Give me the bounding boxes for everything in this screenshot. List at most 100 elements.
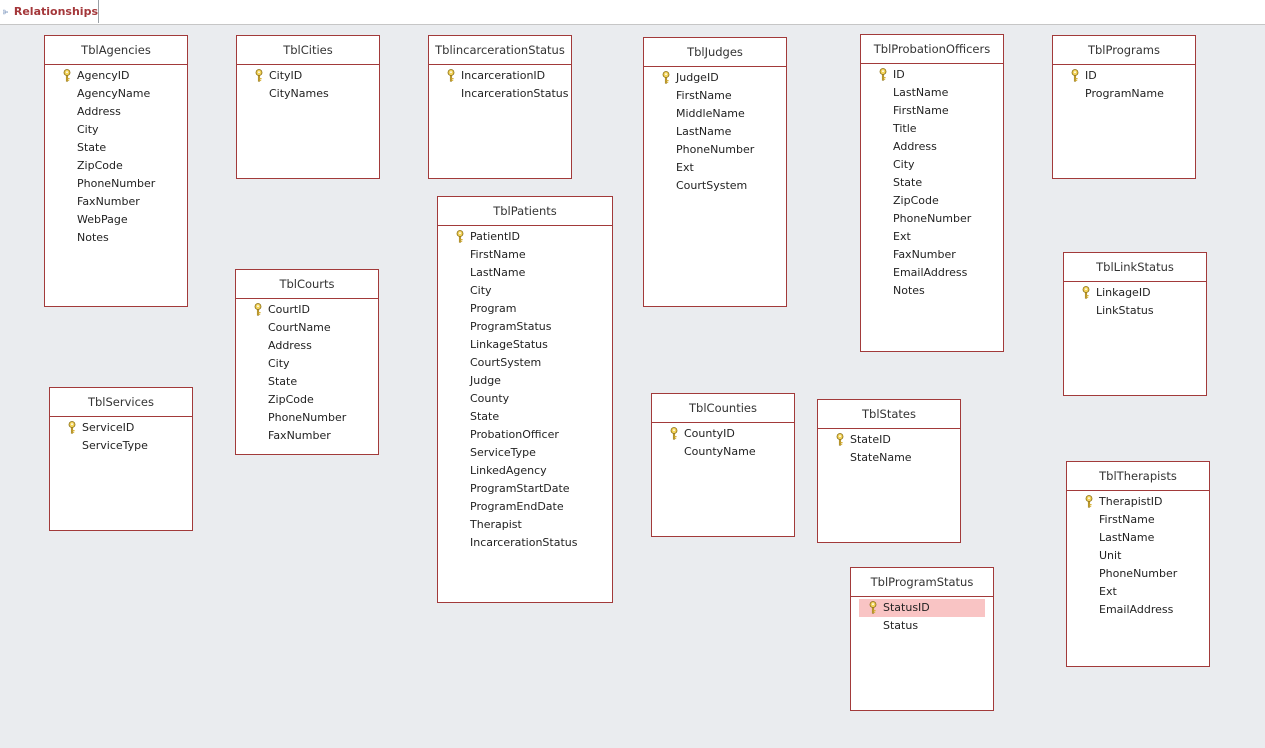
field-row[interactable]: ZipCode [236,391,378,409]
field-row[interactable]: Judge [438,372,612,390]
field-row[interactable]: Address [45,103,187,121]
field-row[interactable]: PhoneNumber [45,175,187,193]
table-tblcounties[interactable]: TblCounties CountyID CountyName [651,393,795,537]
field-row[interactable]: State [861,174,1003,192]
field-row[interactable]: City [45,121,187,139]
table-tblprobationofficers[interactable]: TblProbationOfficers ID LastName FirstName T… [860,34,1004,352]
field-row[interactable]: CountyName [652,443,794,461]
field-row[interactable]: ServiceType [438,444,612,462]
primary-key-field[interactable]: ServiceID [50,419,192,437]
field-row[interactable]: StateName [818,449,960,467]
primary-key-field[interactable]: StatusID [859,599,985,617]
table-title[interactable]: TblTherapists [1067,462,1209,491]
field-row[interactable]: CourtSystem [438,354,612,372]
field-row[interactable]: PhoneNumber [644,141,786,159]
field-row[interactable]: Therapist [438,516,612,534]
table-title[interactable]: TblServices [50,388,192,417]
field-row[interactable]: Status [851,617,993,635]
table-tblcourts[interactable]: TblCourts CourtID CourtName Address City Stat… [235,269,379,455]
field-row[interactable]: City [236,355,378,373]
table-title[interactable]: TblCourts [236,270,378,299]
field-row[interactable]: City [438,282,612,300]
field-row[interactable]: AgencyName [45,85,187,103]
table-title[interactable]: TblProgramStatus [851,568,993,597]
field-row[interactable]: FaxNumber [45,193,187,211]
table-title[interactable]: TblStates [818,400,960,429]
field-row[interactable]: FirstName [644,87,786,105]
field-row[interactable]: FirstName [861,102,1003,120]
field-row[interactable]: ZipCode [45,157,187,175]
table-tbllinkstatus[interactable]: TblLinkStatus LinkageID LinkStatus [1063,252,1207,396]
field-row[interactable]: Ext [861,228,1003,246]
table-title[interactable]: TblincarcerationStatus [429,36,571,65]
field-row[interactable]: LastName [644,123,786,141]
field-row[interactable]: ProgramStartDate [438,480,612,498]
table-tblagencies[interactable]: TblAgencies AgencyID AgencyName Address City… [44,35,188,307]
field-row[interactable]: ProgramName [1053,85,1195,103]
field-row[interactable]: State [438,408,612,426]
field-row[interactable]: CityNames [237,85,379,103]
table-tblstates[interactable]: TblStates StateID StateName [817,399,961,543]
field-row[interactable]: LastName [438,264,612,282]
primary-key-field[interactable]: LinkageID [1064,284,1206,302]
table-title[interactable]: TblLinkStatus [1064,253,1206,282]
field-row[interactable]: PhoneNumber [1067,565,1209,583]
field-row[interactable]: Ext [1067,583,1209,601]
field-row[interactable]: CourtName [236,319,378,337]
field-row[interactable]: WebPage [45,211,187,229]
table-title[interactable]: TblJudges [644,38,786,67]
field-row[interactable]: County [438,390,612,408]
field-row[interactable]: MiddleName [644,105,786,123]
field-row[interactable]: City [861,156,1003,174]
table-tblservices[interactable]: TblServices ServiceID ServiceType [49,387,193,531]
field-row[interactable]: FirstName [1067,511,1209,529]
field-row[interactable]: LinkStatus [1064,302,1206,320]
primary-key-field[interactable]: CountyID [652,425,794,443]
primary-key-field[interactable]: StateID [818,431,960,449]
table-tbltherapists[interactable]: TblTherapists TherapistID FirstName LastNam… [1066,461,1210,667]
field-row[interactable]: ProgramEndDate [438,498,612,516]
field-row[interactable]: Title [861,120,1003,138]
field-row[interactable]: Address [236,337,378,355]
field-row[interactable]: CourtSystem [644,177,786,195]
relationships-canvas[interactable]: TblAgencies AgencyID AgencyName Address City… [0,24,1265,748]
primary-key-field[interactable]: ID [1053,67,1195,85]
table-title[interactable]: TblAgencies [45,36,187,65]
field-row[interactable]: PhoneNumber [236,409,378,427]
primary-key-field[interactable]: JudgeID [644,69,786,87]
table-title[interactable]: TblCounties [652,394,794,423]
primary-key-field[interactable]: CityID [237,67,379,85]
field-row[interactable]: Program [438,300,612,318]
field-row[interactable]: State [45,139,187,157]
table-title[interactable]: TblCities [237,36,379,65]
primary-key-field[interactable]: IncarcerationID [429,67,571,85]
field-row[interactable]: Address [861,138,1003,156]
field-row[interactable]: LinkedAgency [438,462,612,480]
field-row[interactable]: ServiceType [50,437,192,455]
field-row[interactable]: FaxNumber [236,427,378,445]
table-tblpatients[interactable]: TblPatients PatientID FirstName LastName Cit… [437,196,613,603]
field-row[interactable]: IncarcerationStatus [438,534,612,552]
field-row[interactable]: Unit [1067,547,1209,565]
table-title[interactable]: TblProbationOfficers [861,35,1003,64]
table-tbljudges[interactable]: TblJudges JudgeID FirstName MiddleName LastN… [643,37,787,307]
table-tblprogramstatus[interactable]: TblProgramStatus StatusID Status [850,567,994,711]
field-row[interactable]: ProbationOfficer [438,426,612,444]
primary-key-field[interactable]: TherapistID [1067,493,1209,511]
field-row[interactable]: FaxNumber [861,246,1003,264]
field-row[interactable]: Ext [644,159,786,177]
table-tblcities[interactable]: TblCities CityID CityNames [236,35,380,179]
field-row[interactable]: EmailAddress [1067,601,1209,619]
field-row[interactable]: State [236,373,378,391]
table-tblincarcerationstatus[interactable]: TblincarcerationStatus IncarcerationID Inc… [428,35,572,179]
field-row[interactable]: FirstName [438,246,612,264]
primary-key-field[interactable]: PatientID [438,228,612,246]
table-tblprograms[interactable]: TblPrograms ID ProgramName [1052,35,1196,179]
field-row[interactable]: LastName [861,84,1003,102]
table-title[interactable]: TblPatients [438,197,612,226]
relationships-tab[interactable]: Relationships [0,0,99,23]
primary-key-field[interactable]: CourtID [236,301,378,319]
field-row[interactable]: IncarcerationStatus [429,85,571,103]
primary-key-field[interactable]: ID [861,66,1003,84]
field-row[interactable]: Notes [45,229,187,247]
